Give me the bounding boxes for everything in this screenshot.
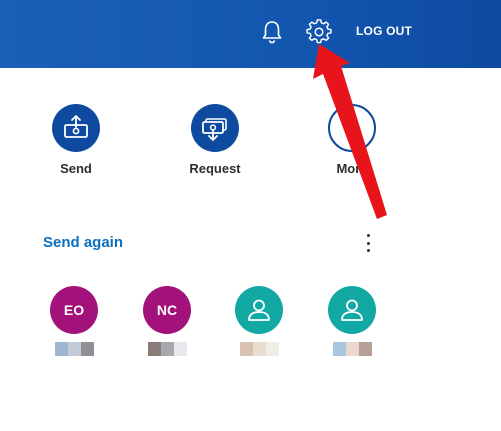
more-icon[interactable] xyxy=(328,104,376,152)
top-navigation-bar: LOG OUT xyxy=(0,0,501,68)
send-money-icon[interactable] xyxy=(52,104,100,152)
request-label: Request xyxy=(189,161,241,176)
contact-item[interactable] xyxy=(229,286,289,356)
user-icon[interactable] xyxy=(235,286,283,334)
blurred-contact-name xyxy=(44,342,104,356)
blurred-contact-name xyxy=(137,342,197,356)
user-icon[interactable] xyxy=(328,286,376,334)
blurred-contact-name xyxy=(322,342,382,356)
logout-button[interactable]: LOG OUT xyxy=(356,24,412,38)
more-action[interactable]: More xyxy=(307,104,397,176)
contact-item[interactable]: NC xyxy=(137,286,197,356)
send-again-heading: Send again xyxy=(43,234,124,251)
more-label: More xyxy=(336,161,368,176)
bell-icon[interactable] xyxy=(258,18,286,46)
request-action[interactable]: Request xyxy=(170,104,260,176)
send-action[interactable]: Send xyxy=(31,104,121,176)
send-label: Send xyxy=(60,161,92,176)
avatar[interactable]: NC xyxy=(143,286,191,334)
request-money-icon[interactable] xyxy=(191,104,239,152)
app-page: LOG OUT Send Request More Send again EO … xyxy=(0,0,501,431)
gear-icon[interactable] xyxy=(305,18,333,46)
kebab-menu-icon[interactable] xyxy=(360,232,376,254)
blurred-contact-name xyxy=(229,342,289,356)
avatar[interactable]: EO xyxy=(50,286,98,334)
contact-item[interactable]: EO xyxy=(44,286,104,356)
contact-item[interactable] xyxy=(322,286,382,356)
